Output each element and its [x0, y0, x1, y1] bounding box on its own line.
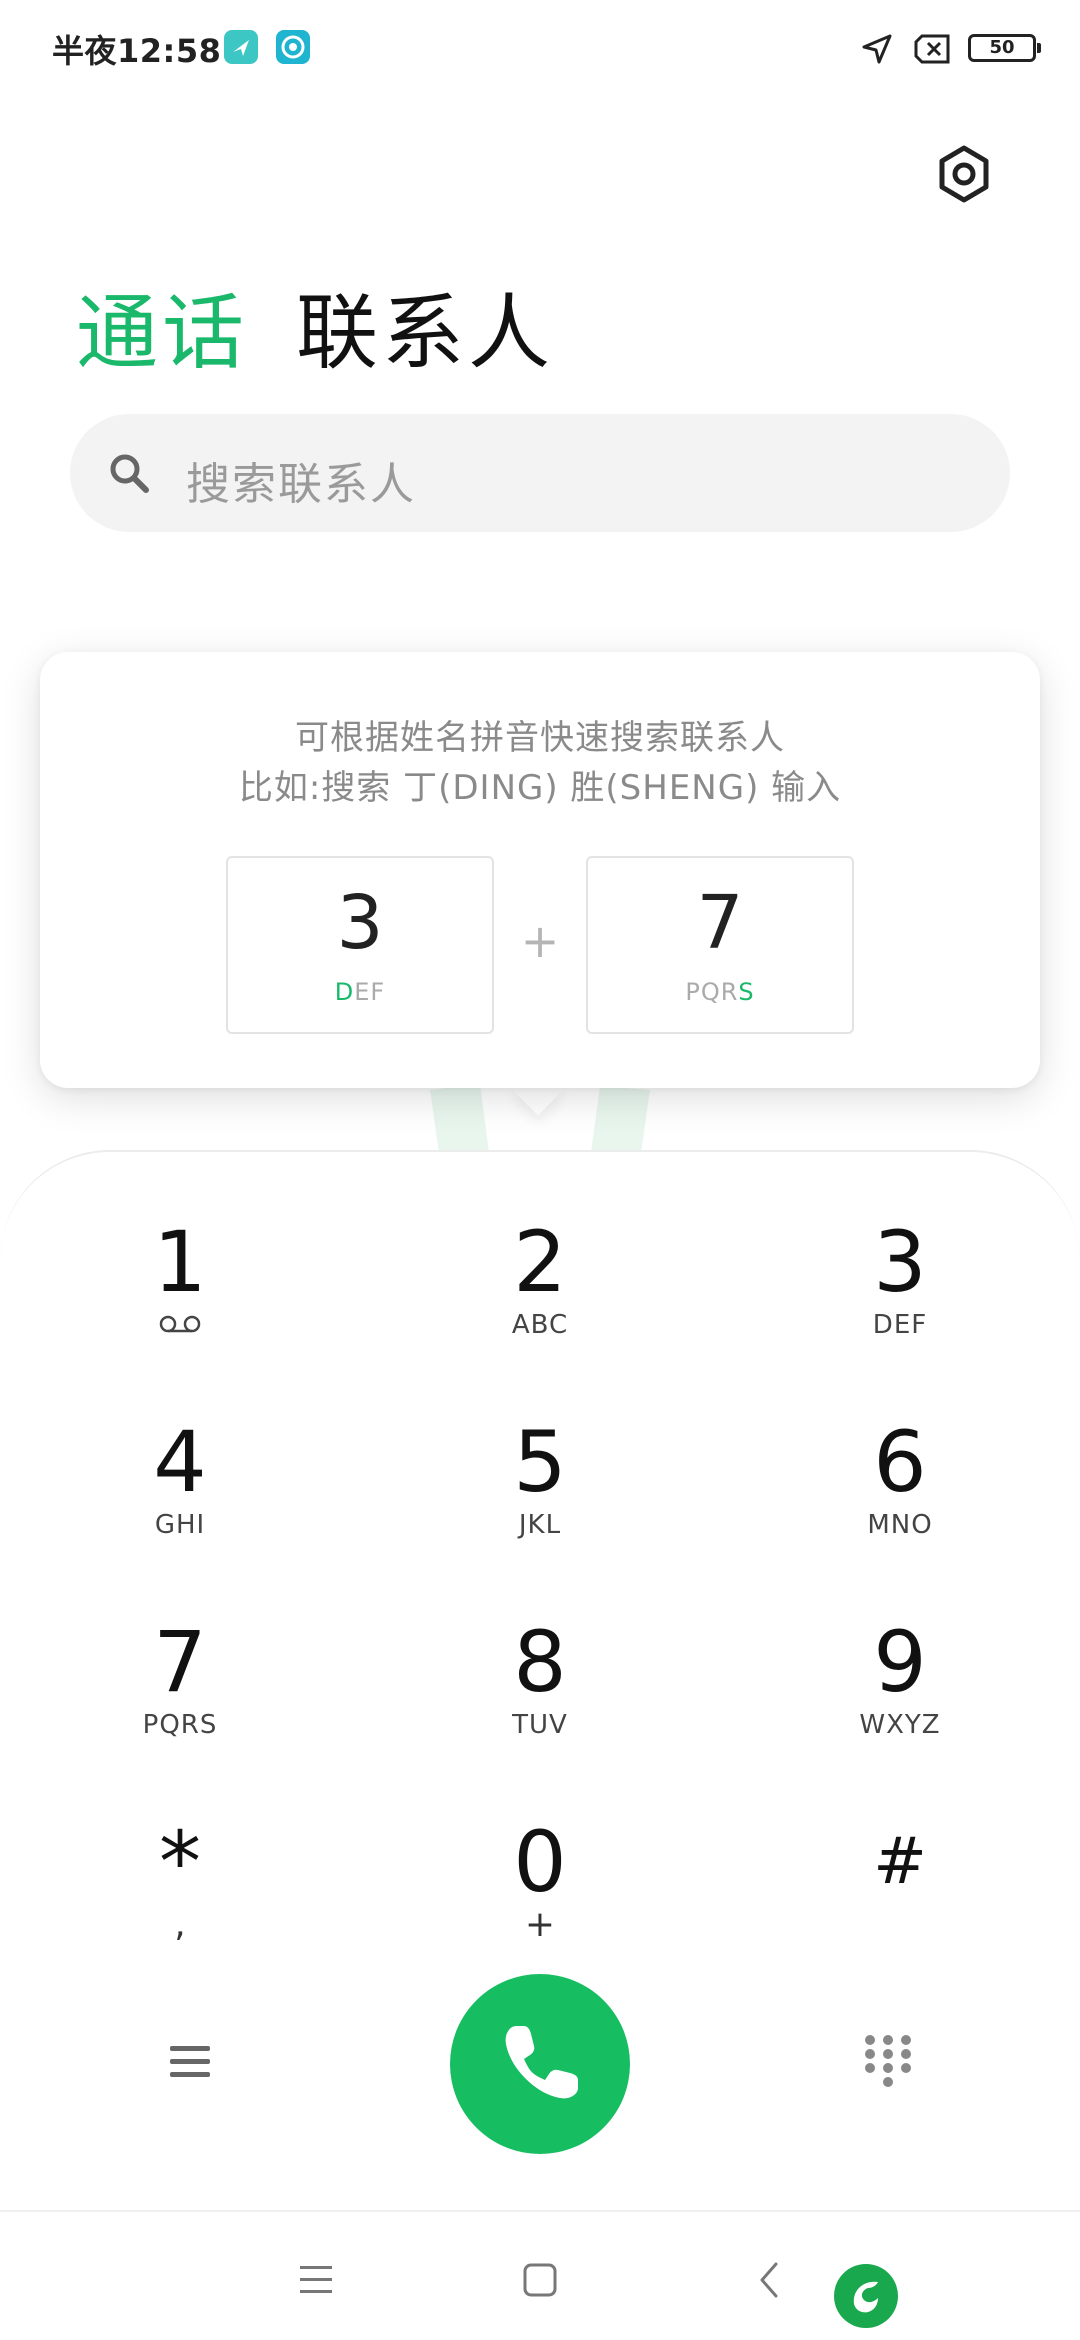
- call-button[interactable]: [450, 1974, 630, 2154]
- tip-text-line2: 比如:搜索 丁(DING) 胜(SHENG) 输入: [238, 768, 842, 808]
- tip-example-key: 3 DEF: [226, 856, 494, 1034]
- dial-key-7[interactable]: 7 PQRS: [60, 1614, 300, 1764]
- dial-key-5[interactable]: 5 JKL: [420, 1414, 660, 1564]
- dial-key-3[interactable]: 3 DEF: [780, 1214, 1020, 1364]
- dial-key-6[interactable]: 6 MNO: [780, 1414, 1020, 1564]
- back-icon[interactable]: [740, 2250, 800, 2310]
- menu-button[interactable]: [164, 2034, 220, 2090]
- tip-text-line1: 可根据姓名拼音快速搜索联系人: [295, 718, 785, 758]
- voicemail-icon: [159, 1315, 201, 1333]
- battery-icon: 50: [968, 34, 1041, 62]
- home-icon[interactable]: [510, 2250, 570, 2310]
- app-notification-icon: [224, 30, 258, 64]
- app-notification-icon: [276, 30, 310, 64]
- tip-example-letters: DEF: [334, 978, 386, 1006]
- tip-example-key: 7 PQRS: [586, 856, 854, 1034]
- tip-example-digit: 3: [336, 880, 384, 966]
- dialpad-icon: [865, 2035, 911, 2087]
- status-bar: 半夜12:58 50: [0, 0, 1080, 100]
- dial-key-2[interactable]: 2 ABC: [420, 1214, 660, 1364]
- search-icon: [110, 454, 149, 493]
- dial-key-9[interactable]: 9 WXYZ: [780, 1614, 1020, 1764]
- search-placeholder: 搜索联系人: [186, 459, 416, 510]
- dial-key-star[interactable]: * ,: [60, 1814, 300, 1964]
- tip-example-letters: PQRS: [685, 978, 755, 1006]
- dial-key-0[interactable]: 0 +: [420, 1814, 660, 1964]
- tip-plus-sign: +: [520, 914, 560, 968]
- search-input[interactable]: 搜索联系人: [70, 414, 1010, 532]
- tab-calls[interactable]: 通话: [76, 266, 248, 385]
- dial-key-1[interactable]: 1: [60, 1214, 300, 1364]
- pinyin-search-tip: 可根据姓名拼音快速搜索联系人 比如:搜索 丁(DING) 胜(SHENG) 输入…: [40, 652, 1040, 1088]
- settings-button[interactable]: [930, 140, 998, 208]
- tab-contacts[interactable]: 联系人: [296, 266, 554, 385]
- dial-key-4[interactable]: 4 GHI: [60, 1414, 300, 1564]
- system-nav-bar: [0, 2210, 1080, 2340]
- dial-key-8[interactable]: 8 TUV: [420, 1614, 660, 1764]
- menu-icon: [170, 2046, 210, 2077]
- watermark-logo: [834, 2264, 898, 2328]
- no-sim-icon: [914, 34, 950, 64]
- dial-key-hash[interactable]: #: [780, 1814, 1020, 1964]
- dialpad-toggle-button[interactable]: [860, 2030, 916, 2094]
- recents-icon[interactable]: [286, 2250, 346, 2310]
- tip-example-digit: 7: [696, 880, 744, 966]
- phone-icon: [505, 2026, 578, 2099]
- location-icon: [862, 34, 892, 64]
- gear-icon: [939, 145, 989, 203]
- status-time: 半夜12:58: [52, 32, 222, 70]
- dialpad: 1 2 ABC 3 DEF 4 GHI 5 JKL 6 MNO 7 PQRS 8…: [0, 1150, 1080, 2210]
